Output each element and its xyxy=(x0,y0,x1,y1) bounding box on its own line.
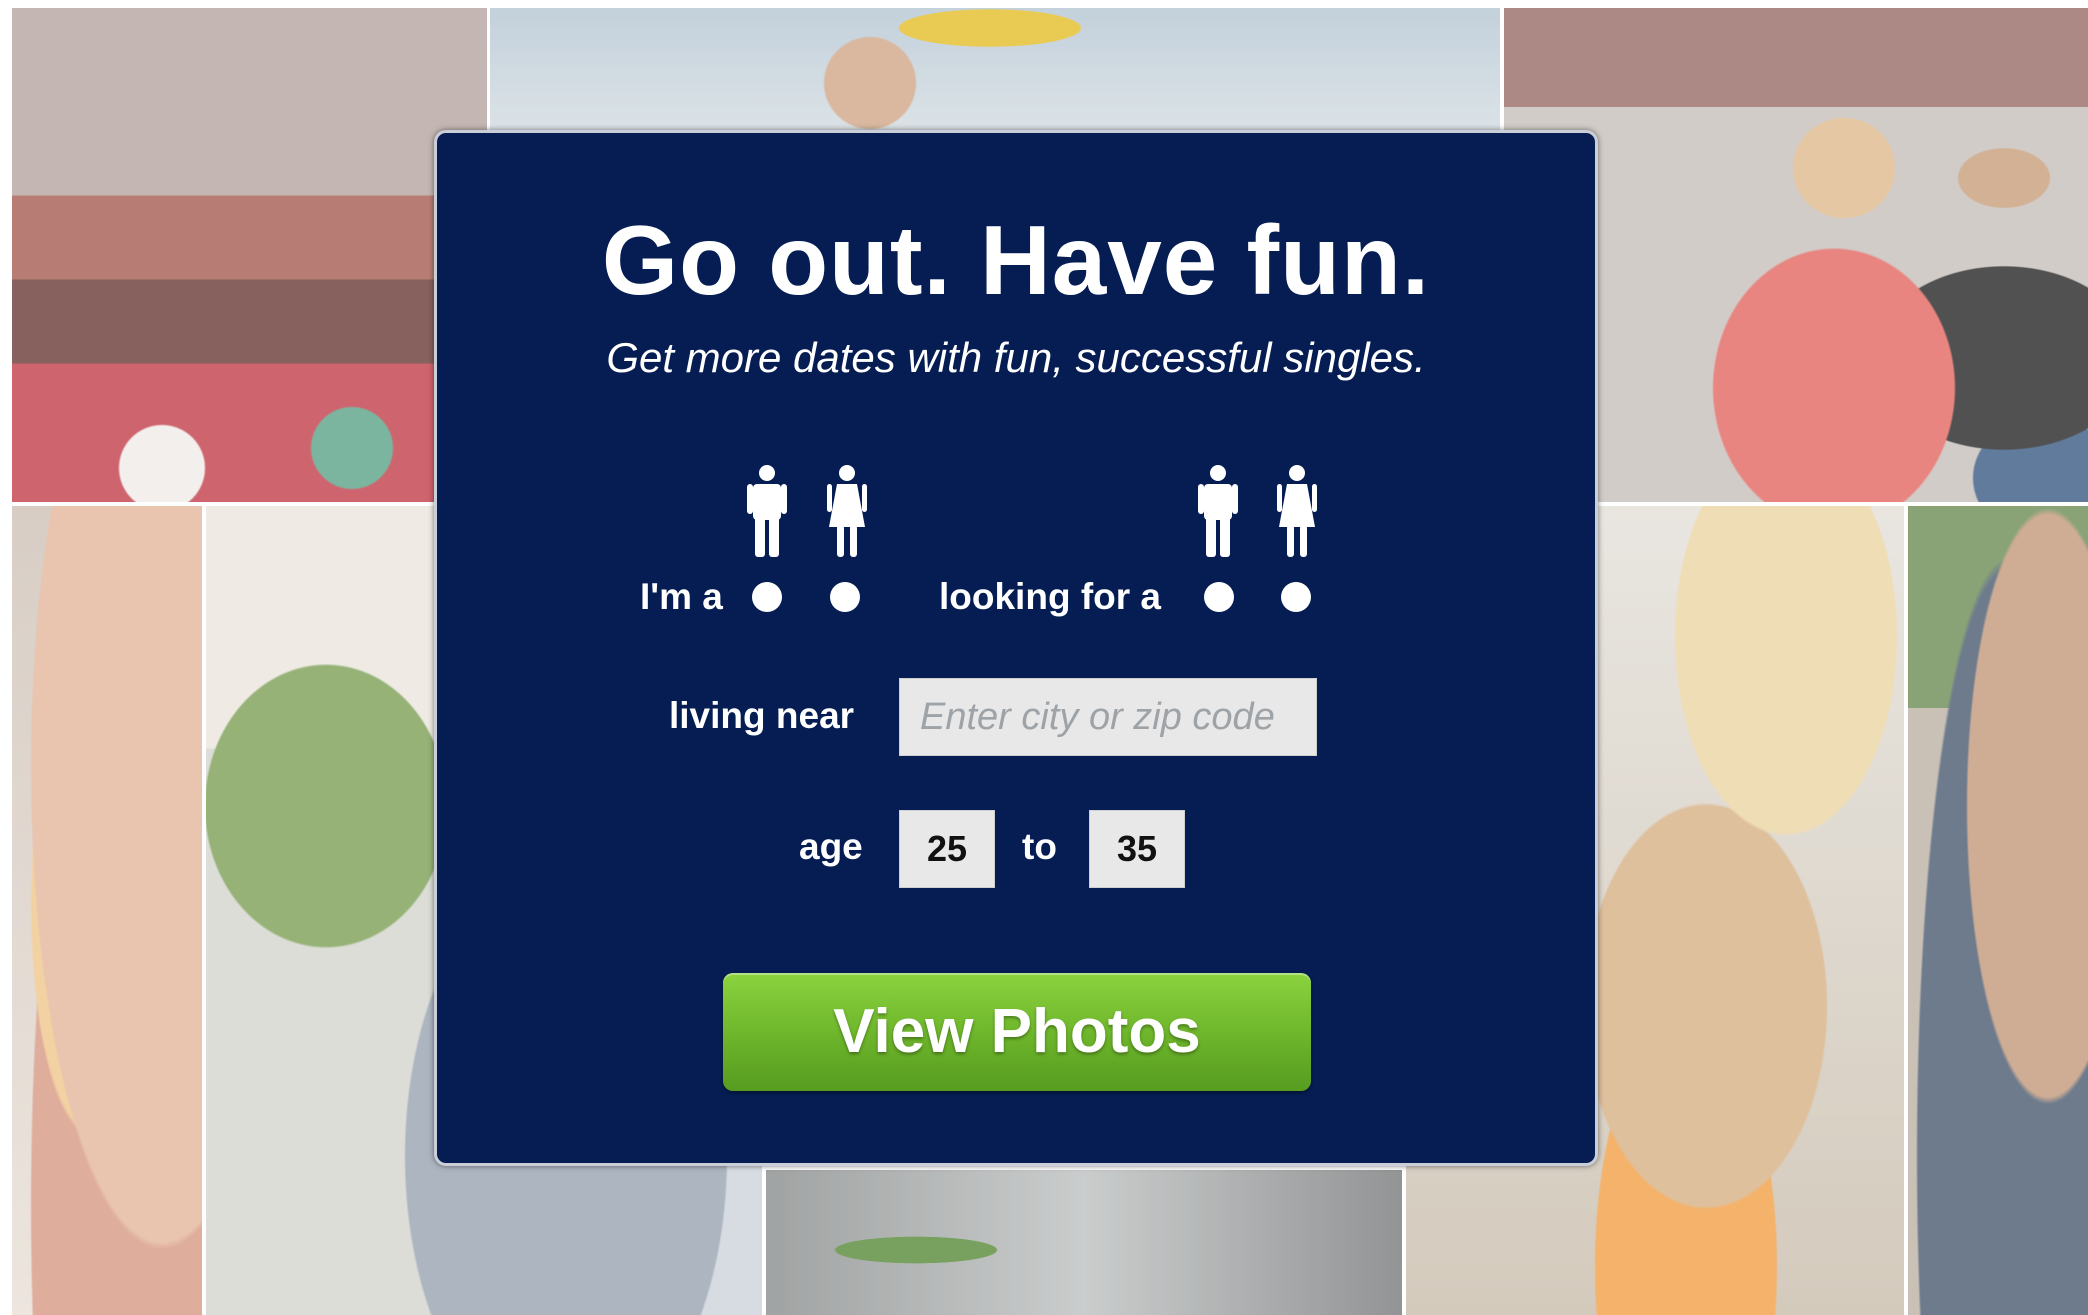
search-panel: Go out. Have fun. Get more dates with fu… xyxy=(434,130,1598,1166)
view-photos-button[interactable]: View Photos xyxy=(723,973,1311,1091)
age-min-field[interactable]: 25 xyxy=(899,810,995,888)
landing-page: Go out. Have fun. Get more dates with fu… xyxy=(0,0,2088,1315)
looking-for-female-radio[interactable] xyxy=(1281,582,1311,612)
background-photo-beach-group xyxy=(490,8,1500,133)
location-input[interactable] xyxy=(899,678,1317,756)
page-subtitle: Get more dates with fun, successful sing… xyxy=(606,334,1426,381)
male-icon xyxy=(1198,465,1238,557)
age-max-field[interactable]: 35 xyxy=(1089,810,1185,888)
background-photo-bike xyxy=(1908,506,2088,1315)
looking-for-label: looking for a xyxy=(939,576,1161,617)
looking-for-male-radio[interactable] xyxy=(1204,582,1234,612)
female-icon xyxy=(827,465,867,557)
age-to-label: to xyxy=(1022,826,1057,867)
living-near-label: living near xyxy=(669,695,855,736)
female-icon xyxy=(1277,465,1317,557)
age-label: age xyxy=(799,826,863,867)
im-a-label: I'm a xyxy=(640,576,723,617)
page-title: Go out. Have fun. xyxy=(601,205,1431,315)
background-photo-grill xyxy=(766,1170,1402,1315)
im-a-male-radio[interactable] xyxy=(752,582,782,612)
male-icon xyxy=(747,465,787,557)
background-photo-ice-cream xyxy=(12,506,202,1315)
background-photo-billiards xyxy=(12,8,487,502)
im-a-female-radio[interactable] xyxy=(830,582,860,612)
